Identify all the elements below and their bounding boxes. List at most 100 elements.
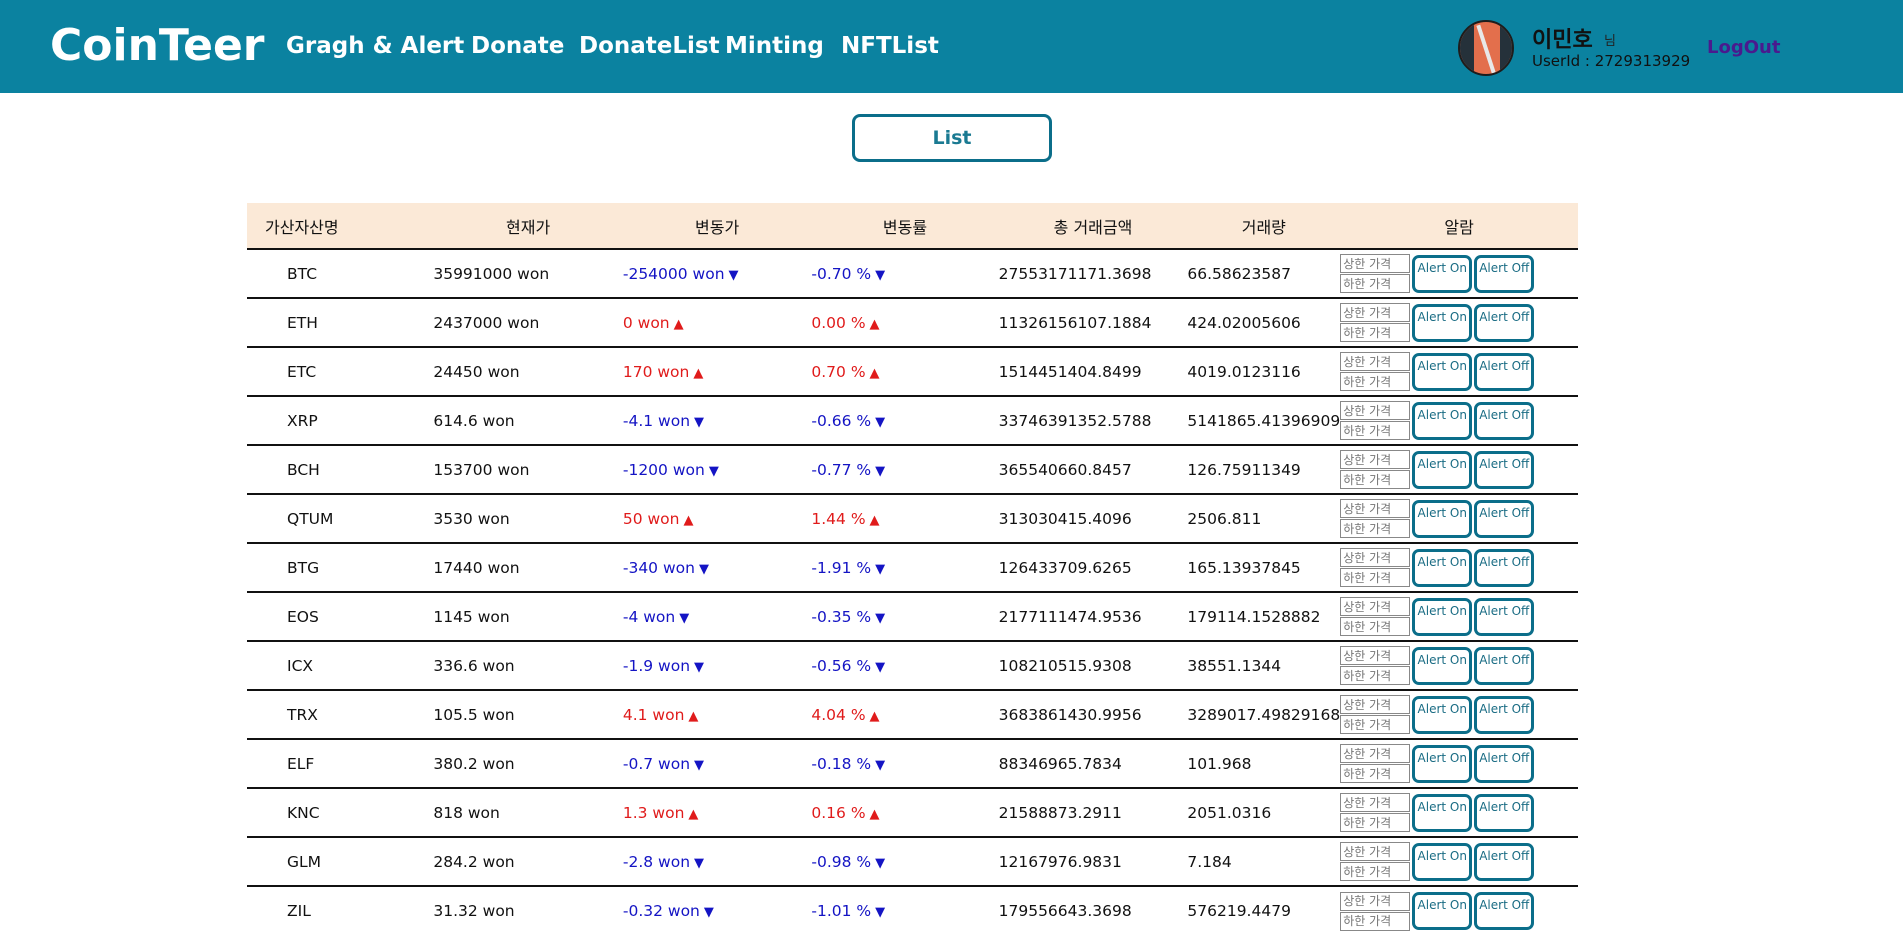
- alert-on-button[interactable]: Alert On: [1412, 401, 1473, 440]
- upper-price-input[interactable]: [1340, 891, 1411, 911]
- table-row: ELF 380.2 won -0.7 won ▼ -0.18 % ▼ 88346965.78…: [247, 739, 1578, 788]
- change-price: -0.7 won ▼: [622, 754, 705, 773]
- alert-off-button[interactable]: Alert Off: [1474, 646, 1535, 685]
- lower-price-input[interactable]: [1340, 274, 1411, 293]
- triangle-down-icon: ▼: [875, 659, 886, 675]
- alert-off-button[interactable]: Alert Off: [1474, 695, 1535, 734]
- alert-off-button[interactable]: Alert Off: [1474, 842, 1535, 881]
- nav-nft-list[interactable]: NFTList: [841, 33, 939, 59]
- volume: 66.58623587: [1187, 264, 1291, 283]
- triangle-down-icon: ▼: [708, 463, 719, 479]
- upper-price-input[interactable]: [1340, 352, 1411, 371]
- triangle-down-icon: ▼: [703, 905, 714, 920]
- alarm-controls: Alert OnAlert Off: [1340, 249, 1578, 298]
- lower-price-input[interactable]: [1340, 372, 1411, 391]
- current-price: 3530 won: [433, 509, 510, 528]
- user-honorific: 님: [1604, 34, 1616, 49]
- upper-price-input[interactable]: [1340, 401, 1411, 420]
- lower-price-input[interactable]: [1340, 715, 1411, 734]
- volume: 2051.0316: [1187, 803, 1272, 822]
- triangle-up-icon: ▲: [869, 365, 880, 381]
- upper-price-input[interactable]: [1340, 499, 1411, 518]
- lower-price-input[interactable]: [1340, 421, 1411, 440]
- change-price: -340 won ▼: [622, 558, 709, 577]
- alert-on-button[interactable]: Alert On: [1412, 597, 1473, 636]
- lower-price-input[interactable]: [1340, 764, 1411, 783]
- nav-donate-list[interactable]: DonateList: [579, 33, 720, 59]
- alert-off-button[interactable]: Alert Off: [1474, 548, 1535, 587]
- total-amount: 27553171171.3698: [998, 264, 1152, 283]
- upper-price-input[interactable]: [1340, 254, 1411, 273]
- alarm-controls: Alert OnAlert Off: [1340, 592, 1578, 641]
- alarm-controls: Alert OnAlert Off: [1340, 739, 1578, 788]
- lower-price-input[interactable]: [1340, 568, 1411, 587]
- asset-name: GLM: [287, 852, 322, 871]
- alert-on-button[interactable]: Alert On: [1412, 646, 1473, 685]
- alert-on-button[interactable]: Alert On: [1412, 254, 1473, 293]
- alert-off-button[interactable]: Alert Off: [1474, 597, 1535, 636]
- upper-price-input[interactable]: [1340, 744, 1411, 763]
- upper-price-input[interactable]: [1340, 646, 1411, 665]
- alert-off-button[interactable]: Alert Off: [1474, 254, 1535, 293]
- triangle-down-icon: ▼: [698, 561, 709, 577]
- lower-price-input[interactable]: [1340, 862, 1411, 881]
- upper-price-input[interactable]: [1340, 793, 1411, 812]
- current-price: 614.6 won: [433, 411, 515, 430]
- alert-on-button[interactable]: Alert On: [1412, 450, 1473, 489]
- nav-minting[interactable]: Minting: [725, 33, 824, 59]
- alert-on-button[interactable]: Alert On: [1412, 793, 1473, 832]
- nav-graph-alert[interactable]: Gragh & Alert: [286, 33, 464, 59]
- nav-donate[interactable]: Donate: [471, 33, 564, 59]
- lower-price-input[interactable]: [1340, 519, 1411, 538]
- change-price: -1200 won ▼: [622, 460, 719, 479]
- volume: 5141865.41396909: [1187, 411, 1341, 430]
- lower-price-input[interactable]: [1340, 323, 1411, 342]
- alert-off-button[interactable]: Alert Off: [1474, 744, 1535, 783]
- alarm-controls: Alert OnAlert Off: [1340, 347, 1578, 396]
- alert-on-button[interactable]: Alert On: [1412, 303, 1473, 342]
- triangle-down-icon: ▼: [875, 905, 886, 920]
- alert-on-button[interactable]: Alert On: [1412, 892, 1473, 930]
- alert-on-button[interactable]: Alert On: [1412, 695, 1473, 734]
- alert-off-button[interactable]: Alert Off: [1474, 892, 1535, 930]
- brand-logo[interactable]: CoinTeer: [50, 20, 264, 71]
- upper-price-input[interactable]: [1340, 842, 1411, 861]
- table-row: EOS 1145 won -4 won ▼ -0.35 % ▼ 2177111474.953…: [247, 592, 1578, 641]
- logout-button[interactable]: LogOut: [1707, 37, 1780, 58]
- col-change-price: 변동가: [695, 217, 740, 237]
- lower-price-input[interactable]: [1340, 666, 1411, 685]
- alert-off-button[interactable]: Alert Off: [1474, 303, 1535, 342]
- alert-off-button[interactable]: Alert Off: [1474, 793, 1535, 832]
- alert-on-button[interactable]: Alert On: [1412, 499, 1473, 538]
- change-price: 1.3 won ▲: [622, 803, 699, 822]
- total-amount: 3683861430.9956: [998, 705, 1142, 724]
- coin-table: 가산자산명 현재가 변동가 변동률 총 거래금액 거래량 알람 BTC 35991…: [247, 203, 1578, 935]
- upper-price-input[interactable]: [1340, 548, 1411, 567]
- total-amount: 11326156107.1884: [998, 313, 1152, 332]
- asset-name: XRP: [287, 411, 318, 430]
- lower-price-input[interactable]: [1340, 813, 1411, 832]
- lower-price-input[interactable]: [1340, 617, 1411, 636]
- triangle-up-icon: ▲: [673, 316, 684, 332]
- alert-off-button[interactable]: Alert Off: [1474, 450, 1535, 489]
- upper-price-input[interactable]: [1340, 695, 1411, 714]
- alert-on-button[interactable]: Alert On: [1412, 548, 1473, 587]
- asset-name: ICX: [287, 656, 314, 675]
- current-price: 380.2 won: [433, 754, 515, 773]
- alert-off-button[interactable]: Alert Off: [1474, 352, 1535, 391]
- alert-on-button[interactable]: Alert On: [1412, 352, 1473, 391]
- lower-price-input[interactable]: [1340, 470, 1411, 489]
- alert-on-button[interactable]: Alert On: [1412, 842, 1473, 881]
- upper-price-input[interactable]: [1340, 597, 1411, 616]
- table-row: BTG 17440 won -340 won ▼ -1.91 % ▼ 126433709.6…: [247, 543, 1578, 592]
- list-button[interactable]: List: [852, 114, 1052, 162]
- volume: 101.968: [1187, 754, 1252, 773]
- upper-price-input[interactable]: [1340, 450, 1411, 469]
- alarm-controls: Alert OnAlert Off: [1340, 445, 1578, 494]
- change-rate: 0.16 % ▲: [811, 803, 880, 822]
- alert-on-button[interactable]: Alert On: [1412, 744, 1473, 783]
- upper-price-input[interactable]: [1340, 303, 1411, 322]
- alert-off-button[interactable]: Alert Off: [1474, 401, 1535, 440]
- alert-off-button[interactable]: Alert Off: [1474, 499, 1535, 538]
- table-row: TRX 105.5 won 4.1 won ▲ 4.04 % ▲ 3683861430.99…: [247, 690, 1578, 739]
